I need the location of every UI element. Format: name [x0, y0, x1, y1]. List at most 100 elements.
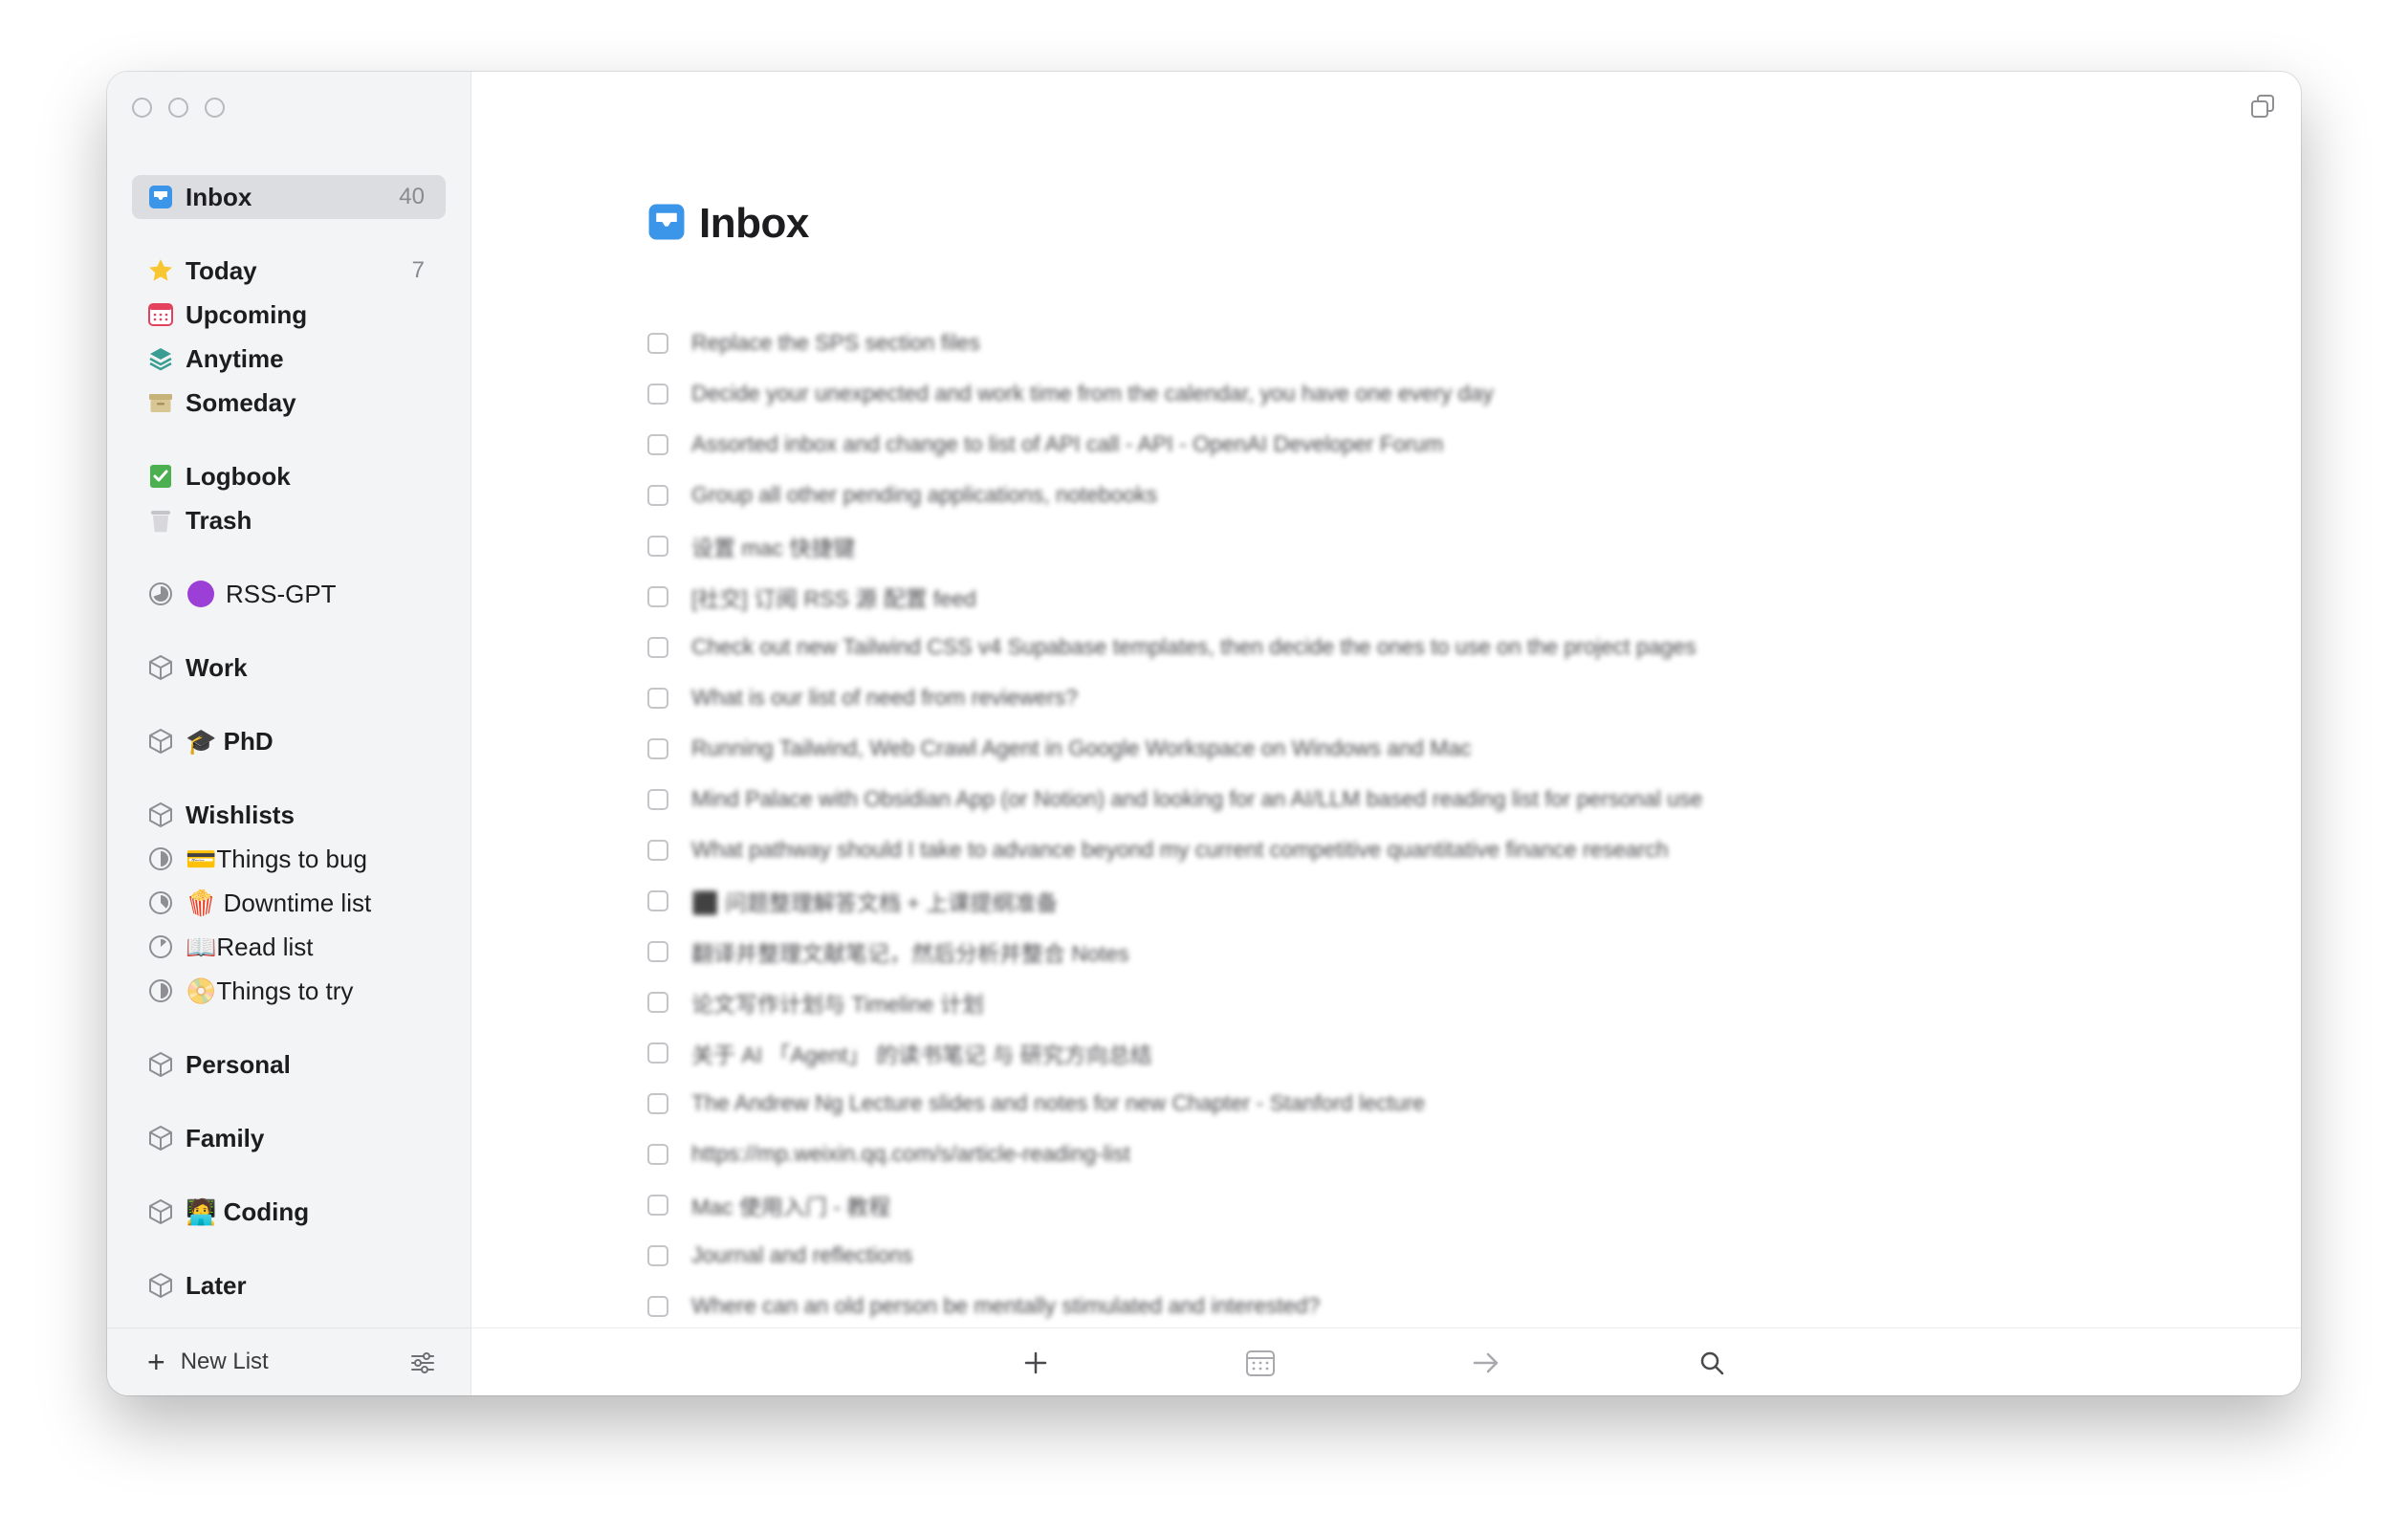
sidebar-item-label: RSS-GPT [226, 579, 337, 608]
task-checkbox[interactable] [647, 585, 668, 607]
task-row[interactable]: Check out new Tailwind CSS v4 Supabase t… [647, 622, 1702, 672]
new-list-label: New List [180, 1349, 269, 1374]
task-row[interactable]: https://mp.weixin.qq.com/s/article-readi… [647, 1129, 1702, 1179]
sidebar-area-wishlists[interactable]: Wishlists [132, 793, 446, 837]
area-cube-icon [145, 1049, 176, 1080]
area-cube-icon [145, 1196, 176, 1227]
task-title: Where can an old person be mentally stim… [691, 1293, 1321, 1318]
archive-box-icon [145, 387, 176, 418]
task-row[interactable]: Journal and reflections [647, 1230, 1702, 1281]
inbox-icon [647, 203, 686, 246]
task-row[interactable]: Decide your unexpected and work time fro… [647, 368, 1702, 419]
sidebar-item-label: 📖Read list [186, 932, 314, 961]
task-row[interactable]: 设置 mac 快捷键 [647, 520, 1702, 571]
task-row[interactable]: 论文写作计划与 Timeline 计划 [647, 976, 1702, 1027]
task-row[interactable]: [社交] 订阅 RSS 源 配置 feed [647, 571, 1702, 622]
add-todo-button[interactable] [1018, 1346, 1053, 1380]
sidebar-project-read-list[interactable]: 📖Read list [132, 925, 446, 969]
task-checkbox[interactable] [647, 687, 668, 709]
task-checkbox[interactable] [647, 991, 668, 1013]
app-window: Inbox 40 Today 7 Upcoming Anytime Someda… [107, 72, 2301, 1395]
window-controls [132, 98, 225, 118]
sidebar-project-downtime-list[interactable]: 🍿 Downtime list [132, 881, 446, 925]
task-checkbox[interactable] [647, 788, 668, 810]
area-cube-icon [145, 726, 176, 757]
sidebar-area-work[interactable]: Work [132, 646, 446, 690]
task-row[interactable]: Assorted inbox and change to list of API… [647, 419, 1702, 470]
move-arrow-icon[interactable] [1469, 1346, 1503, 1380]
task-checkbox[interactable] [647, 839, 668, 861]
task-row[interactable]: ⬛ 问题整理解答文档 + 上课提纲准备 [647, 875, 1702, 926]
sidebar-project-things-to-try[interactable]: 📀Things to try [132, 969, 446, 1013]
search-icon[interactable] [1695, 1346, 1729, 1380]
zoom-window-button[interactable] [205, 98, 225, 118]
sidebar-item-today[interactable]: Today 7 [132, 249, 446, 293]
task-row[interactable]: Group all other pending applications, no… [647, 470, 1702, 520]
sidebar-item-label: Logbook [186, 461, 291, 491]
task-checkbox[interactable] [647, 1092, 668, 1114]
task-row[interactable]: 关于 AI 「Agent」 的读书笔记 与 研究方向总结 [647, 1027, 1702, 1078]
sidebar-item-label: Personal [186, 1049, 291, 1079]
task-title: Journal and reflections [691, 1242, 913, 1267]
inbox-icon [145, 182, 176, 212]
sidebar-item-logbook[interactable]: Logbook [132, 454, 446, 498]
sidebar-area-personal[interactable]: Personal [132, 1042, 446, 1086]
new-list-button[interactable]: + New List [147, 1347, 269, 1377]
sidebar-item-label: Trash [186, 505, 252, 535]
task-row[interactable]: Running Tailwind, Web Crawl Agent in Goo… [647, 723, 1702, 774]
task-checkbox[interactable] [647, 535, 668, 557]
task-checkbox[interactable] [647, 1244, 668, 1266]
sidebar-area-family[interactable]: Family [132, 1116, 446, 1160]
sidebar-item-anytime[interactable]: Anytime [132, 337, 446, 381]
task-checkbox[interactable] [647, 940, 668, 962]
task-title: 关于 AI 「Agent」 的读书笔记 与 研究方向总结 [691, 1042, 1152, 1067]
task-checkbox[interactable] [647, 1042, 668, 1064]
task-row[interactable]: Replace the SPS section files [647, 318, 1702, 368]
task-checkbox[interactable] [647, 636, 668, 658]
area-cube-icon [145, 652, 176, 683]
minimize-window-button[interactable] [168, 98, 188, 118]
task-title: Mind Palace with Obsidian App (or Notion… [691, 786, 1703, 811]
close-window-button[interactable] [132, 98, 152, 118]
task-row[interactable]: Mac 使用入门 - 教程 [647, 1179, 1702, 1230]
task-checkbox[interactable] [647, 1194, 668, 1216]
task-checkbox[interactable] [647, 1143, 668, 1165]
trash-icon [145, 505, 176, 536]
task-title: 设置 mac 快捷键 [691, 535, 856, 560]
duplicate-window-icon[interactable] [2249, 93, 2276, 124]
project-progress-icon [145, 888, 176, 918]
task-row[interactable]: What is our list of need from reviewers? [647, 672, 1702, 723]
task-row[interactable]: The Andrew Ng Lecture slides and notes f… [647, 1078, 1702, 1129]
sidebar-area-later[interactable]: Later [132, 1263, 446, 1307]
sidebar-item-trash[interactable]: Trash [132, 498, 446, 542]
sidebar-item-someday[interactable]: Someday [132, 381, 446, 425]
task-title: ⬛ 问题整理解答文档 + 上课提纲准备 [691, 889, 1059, 915]
task-row[interactable]: What pathway should I take to advance be… [647, 824, 1702, 875]
task-checkbox[interactable] [647, 484, 668, 506]
sidebar-item-upcoming[interactable]: Upcoming [132, 293, 446, 337]
task-checkbox[interactable] [647, 332, 668, 354]
plus-icon: + [147, 1345, 165, 1379]
sidebar-item-rss-gpt[interactable]: RSS-GPT [132, 572, 446, 616]
task-checkbox[interactable] [647, 737, 668, 759]
sidebar-item-label: 🍿 Downtime list [186, 888, 372, 917]
task-row[interactable]: 翻译并整理文献笔记，然后分析并整合 Notes [647, 926, 1702, 976]
task-title: [社交] 订阅 RSS 源 配置 feed [691, 585, 976, 611]
sliders-icon[interactable] [409, 1349, 436, 1381]
task-row[interactable]: Where can an old person be mentally stim… [647, 1281, 1702, 1331]
task-row[interactable]: Mind Palace with Obsidian App (or Notion… [647, 774, 1702, 824]
sidebar-item-inbox[interactable]: Inbox 40 [132, 175, 446, 219]
star-icon [145, 255, 176, 286]
task-checkbox[interactable] [647, 433, 668, 455]
sidebar-area-phd[interactable]: 🎓 PhD [132, 719, 446, 763]
sidebar-item-label: 📀Things to try [186, 976, 354, 1005]
task-title: 论文写作计划与 Timeline 计划 [691, 991, 984, 1017]
task-checkbox[interactable] [647, 383, 668, 405]
sidebar-area-coding[interactable]: 🧑‍💻 Coding [132, 1190, 446, 1234]
list-header: Inbox [647, 200, 809, 248]
calendar-icon[interactable] [1243, 1346, 1278, 1380]
task-checkbox[interactable] [647, 1295, 668, 1317]
sidebar-item-label: Work [186, 652, 248, 682]
task-checkbox[interactable] [647, 889, 668, 911]
sidebar-project-things-to-bug[interactable]: 💳Things to bug [132, 837, 446, 881]
